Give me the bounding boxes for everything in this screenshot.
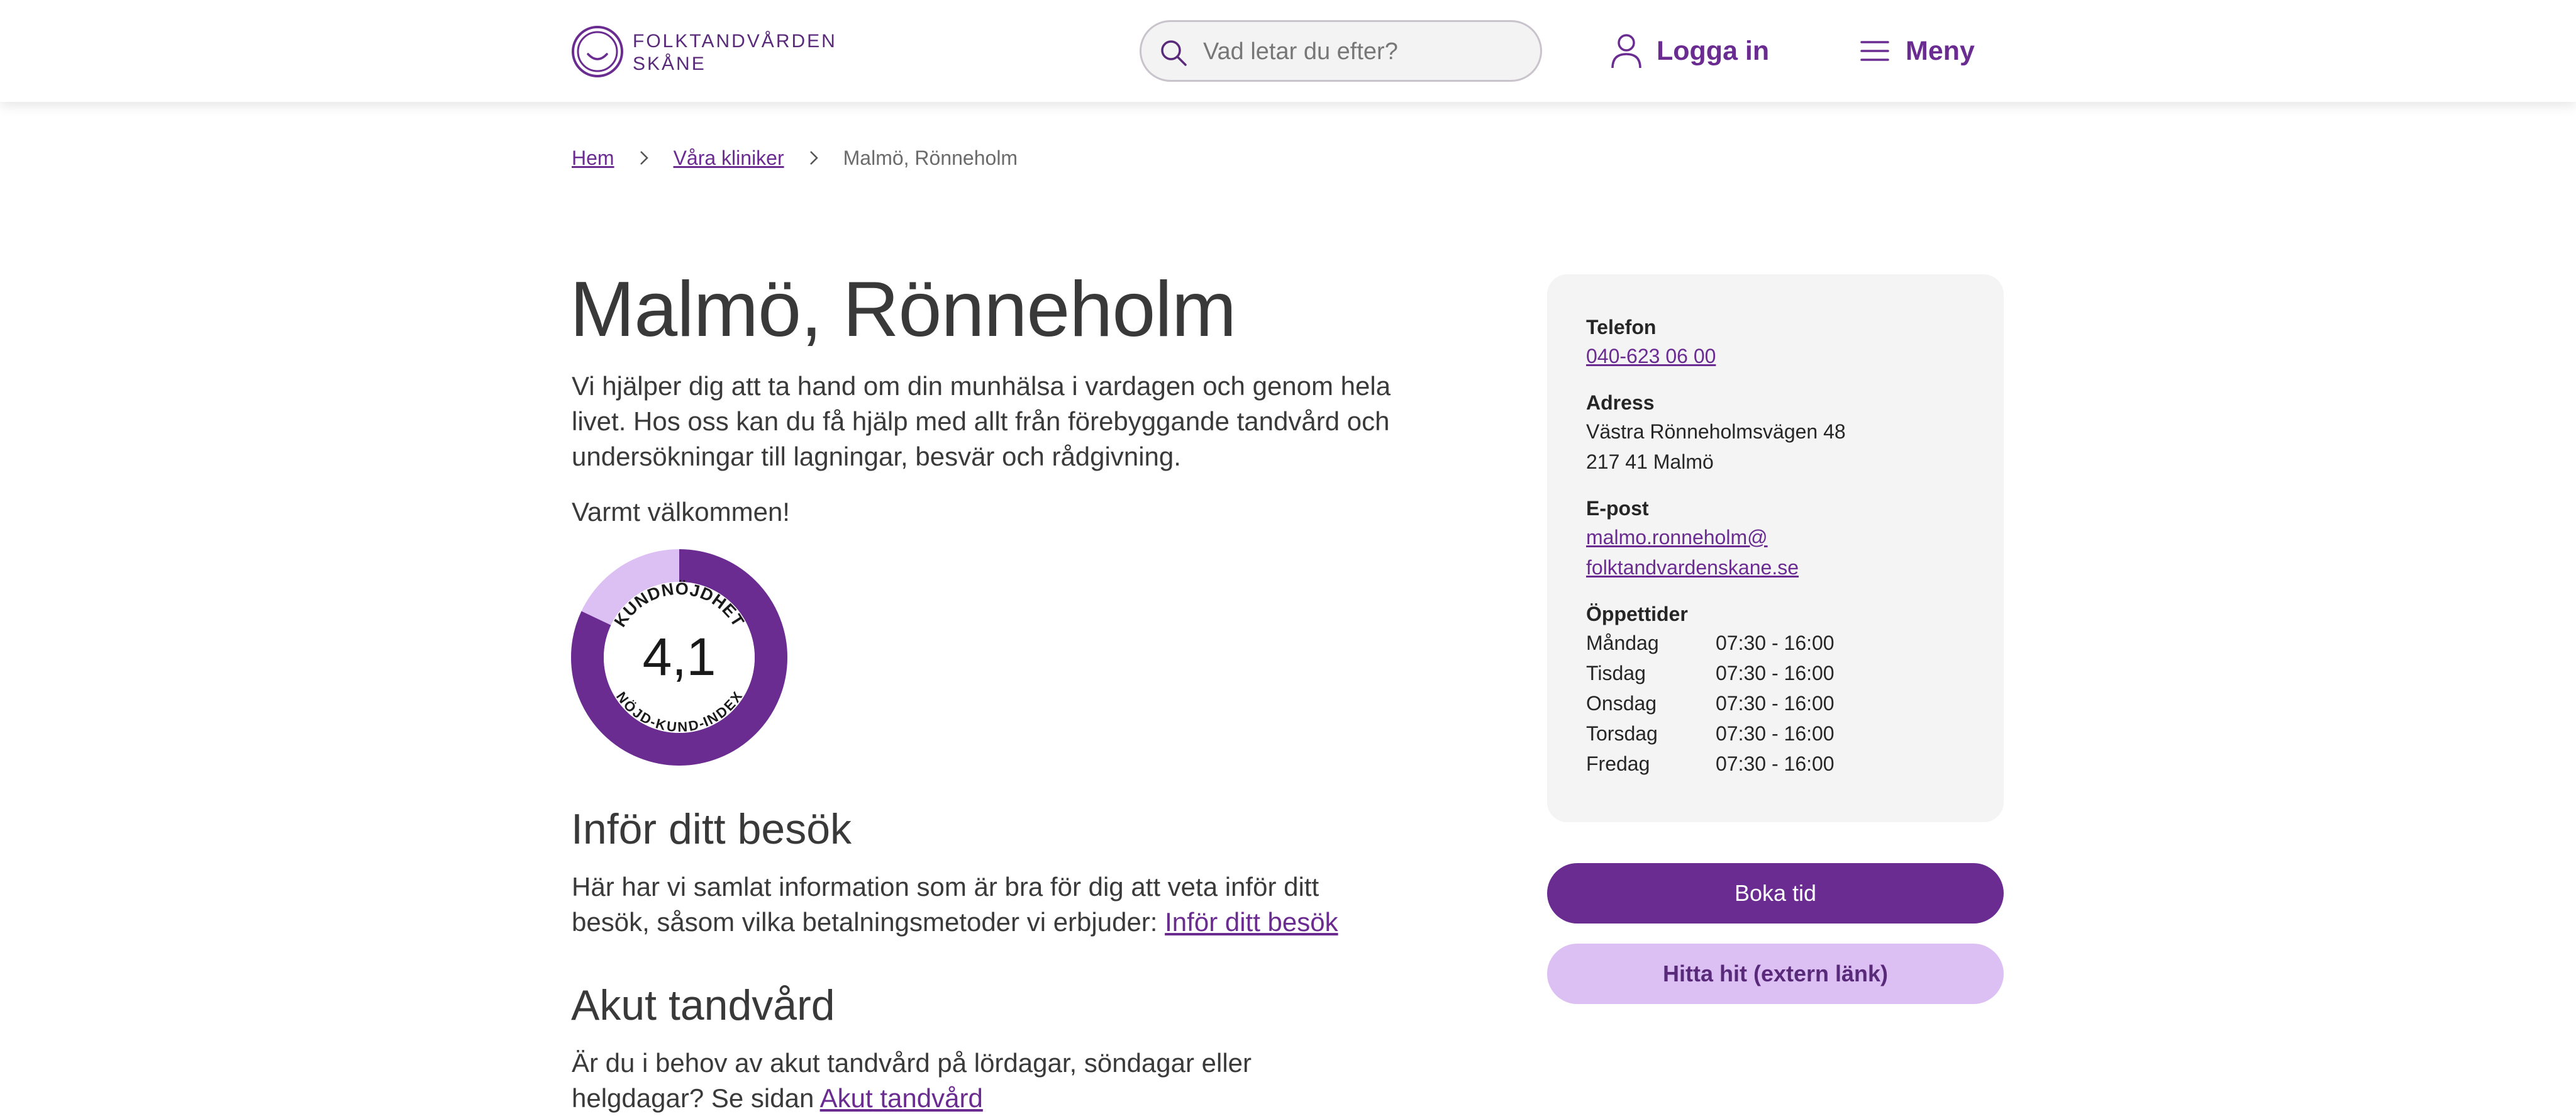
login-label: Logga in xyxy=(1657,35,1770,66)
hours-time: 07:30 - 16:00 xyxy=(1716,692,1835,715)
menu-button[interactable]: Meny xyxy=(1860,30,1975,72)
email-link-line-1[interactable]: malmo.ronneholm@ xyxy=(1586,522,1768,552)
breadcrumb-current: Malmö, Rönneholm xyxy=(843,146,1018,169)
email-link-line-2[interactable]: folktandvardenskane.se xyxy=(1586,552,1799,583)
breadcrumb: Hem Våra kliniker Malmö, Rönneholm xyxy=(572,143,1018,172)
visit-link[interactable]: Inför ditt besök xyxy=(1165,907,1338,937)
search-icon[interactable] xyxy=(1159,38,1188,67)
search-box[interactable] xyxy=(1140,20,1542,82)
opening-hours: Måndag 07:30 - 16:00 Tisdag 07:30 - 16:0… xyxy=(1586,628,1963,779)
hamburger-menu-icon xyxy=(1860,41,1889,61)
hours-day: Fredag xyxy=(1586,752,1650,775)
email-label: E-post xyxy=(1586,497,1649,520)
logo-line-1: FOLKTANDVÅRDEN xyxy=(633,31,837,52)
hours-time: 07:30 - 16:00 xyxy=(1716,752,1835,775)
site-logo[interactable]: FOLKTANDVÅRDEN SKÅNE xyxy=(571,25,835,78)
book-appointment-button[interactable]: Boka tid xyxy=(1547,863,2004,923)
login-button[interactable]: Logga in xyxy=(1610,30,1769,72)
breadcrumb-home-link[interactable]: Hem xyxy=(572,147,614,170)
page-title: Malmö, Rönneholm xyxy=(570,266,1236,353)
visit-heading: Inför ditt besök xyxy=(571,805,852,853)
chevron-right-icon xyxy=(809,151,818,165)
user-icon xyxy=(1611,34,1641,69)
site-header: FOLKTANDVÅRDEN SKÅNE Logga in Meny xyxy=(0,0,2576,102)
hours-row: Tisdag 07:30 - 16:00 xyxy=(1586,658,1963,688)
find-directions-button[interactable]: Hitta hit (extern länk) xyxy=(1547,944,2004,1004)
hours-row: Måndag 07:30 - 16:00 xyxy=(1586,628,1963,658)
satisfaction-gauge: KUNDNÖJDHET NÖJD-KUND-INDEX 4,1 xyxy=(571,549,787,766)
address-line-1: Västra Rönneholmsvägen 48 xyxy=(1586,420,1846,443)
menu-label: Meny xyxy=(1906,35,1975,66)
breadcrumb-clinics-link[interactable]: Våra kliniker xyxy=(674,147,784,170)
search-input[interactable] xyxy=(1202,33,1519,70)
acute-heading: Akut tandvård xyxy=(571,981,835,1029)
hours-time: 07:30 - 16:00 xyxy=(1716,632,1835,654)
hours-row: Torsdag 07:30 - 16:00 xyxy=(1586,718,1963,749)
acute-link[interactable]: Akut tandvård xyxy=(820,1083,983,1113)
logo-text: FOLKTANDVÅRDEN SKÅNE xyxy=(633,30,840,75)
acute-text: Är du i behov av akut tandvård på lördag… xyxy=(572,1046,1389,1116)
gauge-score: 4,1 xyxy=(643,627,716,686)
hours-row: Fredag 07:30 - 16:00 xyxy=(1586,749,1963,779)
hours-day: Måndag xyxy=(1586,632,1659,654)
address-label: Adress xyxy=(1586,391,1655,414)
visit-text: Här har vi samlat information som är bra… xyxy=(572,869,1389,940)
hours-day: Tisdag xyxy=(1586,662,1646,684)
address-line-2: 217 41 Malmö xyxy=(1586,450,1714,473)
contact-card: Telefon 040-623 06 00 Adress Västra Rönn… xyxy=(1547,274,2004,822)
hours-day: Onsdag xyxy=(1586,692,1657,715)
chevron-right-icon xyxy=(640,151,648,165)
intro-text: Vi hjälper dig att ta hand om din munhäl… xyxy=(572,371,1391,471)
phone-label: Telefon xyxy=(1586,316,1657,338)
phone-link[interactable]: 040-623 06 00 xyxy=(1586,341,1716,371)
welcome-text: Varmt välkommen! xyxy=(572,497,790,527)
hours-time: 07:30 - 16:00 xyxy=(1716,662,1835,684)
hours-row: Onsdag 07:30 - 16:00 xyxy=(1586,688,1963,718)
smile-circle-icon xyxy=(572,26,623,77)
hours-time: 07:30 - 16:00 xyxy=(1716,722,1835,745)
hours-day: Torsdag xyxy=(1586,722,1658,745)
logo-line-2: SKÅNE xyxy=(633,53,706,74)
hours-label: Öppettider xyxy=(1586,603,1688,625)
